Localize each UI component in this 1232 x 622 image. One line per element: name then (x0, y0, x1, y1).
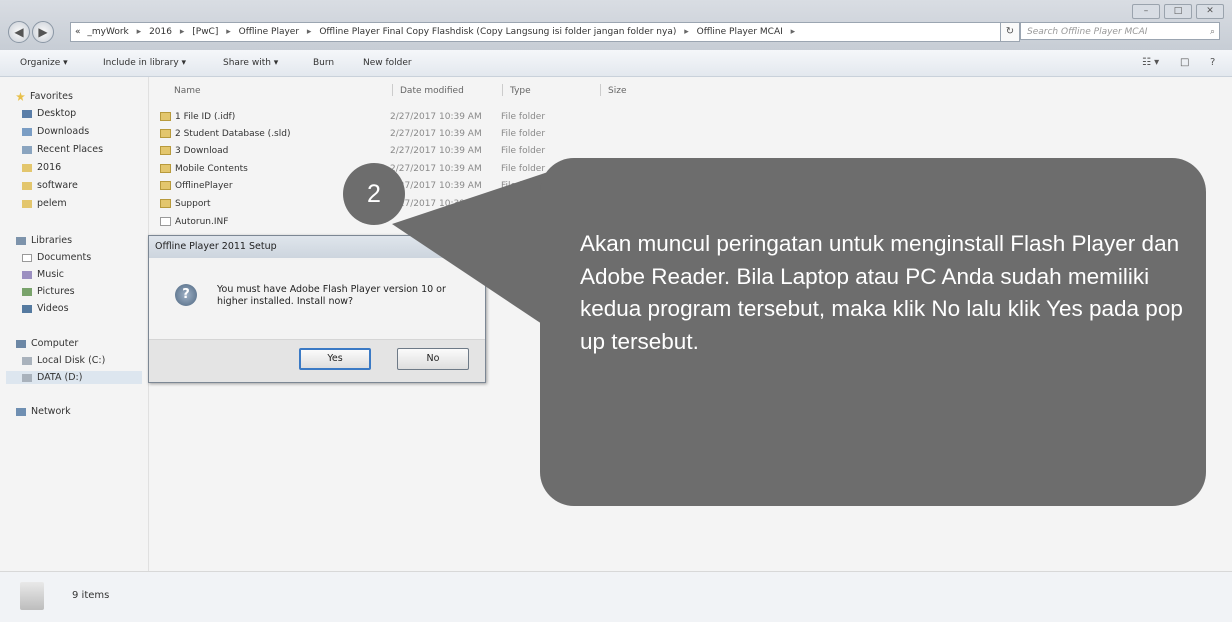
callout-tail (392, 172, 548, 328)
step-badge: 2 (343, 163, 405, 225)
callout-text: Akan muncul peringatan untuk menginstall… (580, 231, 1183, 354)
